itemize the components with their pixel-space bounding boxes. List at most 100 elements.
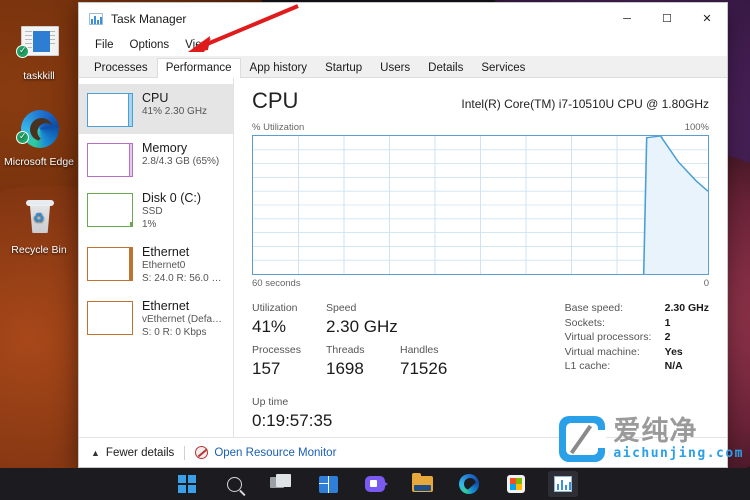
info-key: Sockets: <box>564 316 605 329</box>
taskbar-store-button[interactable] <box>501 471 531 497</box>
info-value: 2.30 GHz <box>664 302 709 314</box>
menu-item-options[interactable]: Options <box>122 37 178 53</box>
open-resource-monitor-link[interactable]: Open Resource Monitor <box>214 447 336 459</box>
desktop-icon-taskkill[interactable]: taskkill <box>2 22 76 82</box>
task-view-icon <box>270 473 292 495</box>
sidebar-item-memory[interactable]: Memory 2.8/4.3 GB (65%) <box>79 134 233 184</box>
taskbar-task-manager-button[interactable] <box>548 471 578 497</box>
taskbar-search-button[interactable] <box>219 471 249 497</box>
shortcut-check-badge <box>16 130 29 144</box>
tab-startup[interactable]: Startup <box>316 58 371 78</box>
taskbar-chat-button[interactable] <box>360 471 390 497</box>
sidebar-item-sub2: 1% <box>142 219 157 230</box>
stat-label: Up time <box>252 396 289 408</box>
stat-threads: Threads 1698 <box>326 343 400 385</box>
sidebar-item-ethernet-0[interactable]: Ethernet Ethernet0 S: 24.0 R: 56.0 Kbps <box>79 238 233 292</box>
taskbar <box>0 468 750 500</box>
widgets-icon <box>318 475 338 493</box>
info-value: 1 <box>664 316 671 329</box>
stat-value: 41% <box>252 317 287 336</box>
watermark-en-text: aichunjing.com <box>613 445 744 461</box>
resource-sidebar: CPU 41% 2.30 GHz Memory 2.8/4.3 GB (65%) <box>79 78 234 437</box>
info-value: 2 <box>664 331 671 343</box>
info-row: Virtual processors: 2 <box>565 330 709 345</box>
chart-gridlines <box>253 136 708 274</box>
task-manager-icon <box>89 12 103 25</box>
divider <box>184 445 186 460</box>
chevron-up-icon: ▲ <box>91 447 100 458</box>
vethernet-mini-graph <box>87 301 133 335</box>
info-row: Sockets: 1 <box>565 316 709 331</box>
taskbar-edge-button[interactable] <box>454 471 484 497</box>
taskbar-widgets-button[interactable] <box>313 471 343 497</box>
sidebar-item-title: CPU <box>142 91 169 105</box>
tab-services[interactable]: Services <box>472 58 534 78</box>
cpu-chart-svg <box>253 136 708 274</box>
cpu-model-label: Intel(R) Core(TM) i7-10510U CPU @ 1.80GH… <box>461 97 709 111</box>
text-document-icon <box>2 22 76 66</box>
menu-item-view[interactable]: View <box>177 37 218 53</box>
close-button[interactable]: ✕ <box>687 3 727 34</box>
chat-icon <box>365 476 388 492</box>
taskbar-task-view-button[interactable] <box>266 471 296 497</box>
stats-row-1: Utilization 41% Speed 2.30 GHz <box>252 301 565 343</box>
info-row: Virtual machine: Yes <box>565 345 709 360</box>
panel-header: CPU Intel(R) Core(TM) i7-10510U CPU @ 1.… <box>252 88 709 114</box>
desktop-icon-label: Recycle Bin <box>11 244 67 256</box>
sidebar-item-disk-0[interactable]: Disk 0 (C:) SSD 1% <box>79 184 233 238</box>
tab-details[interactable]: Details <box>419 58 472 78</box>
watermark-logo-icon <box>559 416 607 462</box>
fewer-details-button[interactable]: ▲ Fewer details <box>91 447 174 459</box>
fewer-details-label: Fewer details <box>105 446 175 459</box>
stat-value: 2.30 GHz <box>326 317 398 336</box>
resource-monitor-icon <box>195 446 209 459</box>
task-manager-icon <box>554 476 572 492</box>
edge-icon <box>2 108 76 152</box>
maximize-button[interactable]: ☐ <box>647 3 687 34</box>
edge-icon <box>459 474 479 494</box>
stat-label: Speed <box>326 302 357 314</box>
tab-strip: Processes Performance App history Startu… <box>79 56 727 78</box>
task-manager-window: Task Manager ─ ☐ ✕ File Options View Pro… <box>78 2 728 468</box>
tab-processes[interactable]: Processes <box>85 58 157 78</box>
sidebar-item-sub: vEthernet (Default …) <box>142 314 227 325</box>
info-key: Virtual processors: <box>564 331 652 343</box>
disk-mini-graph <box>87 193 133 227</box>
info-value: Yes <box>664 345 683 358</box>
stat-label: Handles <box>400 344 439 356</box>
tab-users[interactable]: Users <box>371 58 419 78</box>
taskbar-start-button[interactable] <box>172 471 202 497</box>
sidebar-item-cpu[interactable]: CPU 41% 2.30 GHz <box>79 84 233 134</box>
tab-app-history[interactable]: App history <box>241 58 317 78</box>
watermark-cn-text: 爱纯净 <box>613 415 698 447</box>
desktop-icon-label: taskkill <box>23 70 55 82</box>
chart-bottom-labels: 60 seconds 0 <box>252 278 709 289</box>
stat-label: Threads <box>326 344 365 356</box>
sidebar-item-ethernet-1[interactable]: Ethernet vEthernet (Default …) S: 0 R: 0… <box>79 292 233 346</box>
menu-item-file[interactable]: File <box>87 37 122 53</box>
recycle-bin-icon: ♻ <box>2 196 76 240</box>
sidebar-item-sub: Ethernet0 <box>142 260 186 271</box>
chart-y-axis-label: % Utilization <box>252 122 305 133</box>
watermark: 爱纯净 aichunjing.com <box>559 416 744 462</box>
stat-value: 157 <box>252 359 281 378</box>
menu-bar: File Options View <box>79 34 727 56</box>
stat-uptime: Up time 0:19:57:35 <box>252 395 565 433</box>
sidebar-item-sub: SSD <box>142 206 163 217</box>
desktop-icon-recycle-bin[interactable]: ♻ Recycle Bin <box>2 196 76 256</box>
chart-top-labels: % Utilization 100% <box>252 122 709 133</box>
memory-mini-graph <box>87 143 133 177</box>
minimize-button[interactable]: ─ <box>607 3 647 34</box>
desktop-icon-microsoft-edge[interactable]: Microsoft Edge <box>2 108 76 168</box>
window-body: CPU 41% 2.30 GHz Memory 2.8/4.3 GB (65%) <box>79 78 727 437</box>
sidebar-item-title: Ethernet <box>142 299 190 313</box>
taskbar-file-explorer-button[interactable] <box>407 471 437 497</box>
desktop-icon-label: Microsoft Edge <box>3 156 75 168</box>
stats-row-2: Processes 157 Threads 1698 Handles 71526 <box>252 343 565 385</box>
stat-processes: Processes 157 <box>252 343 326 385</box>
start-icon <box>178 475 196 493</box>
tab-performance[interactable]: Performance <box>156 58 241 78</box>
stat-value: 1698 <box>326 359 364 378</box>
info-key: L1 cache: <box>564 360 611 372</box>
info-key: Virtual machine: <box>564 345 640 358</box>
